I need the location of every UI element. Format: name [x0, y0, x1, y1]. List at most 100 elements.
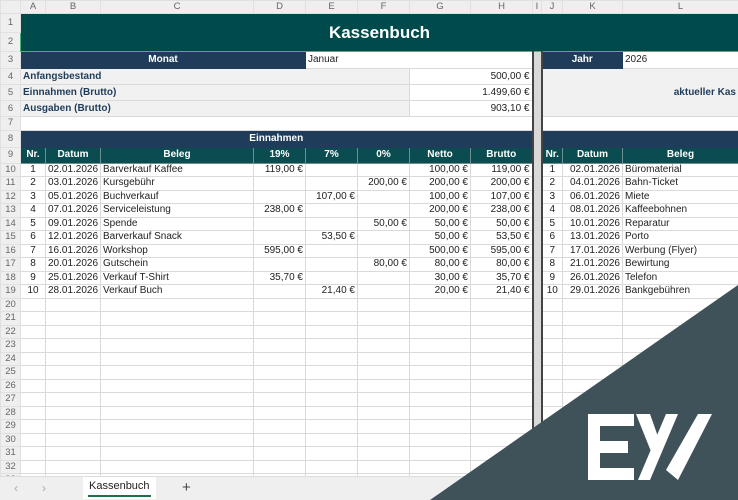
einnahmen-cell[interactable]: 21,40 €	[305, 284, 358, 299]
einnahmen-cell[interactable]	[253, 351, 306, 366]
einnahmen-cell[interactable]	[100, 405, 254, 420]
einnahmen-cell[interactable]	[470, 365, 533, 380]
einnahmen-cell[interactable]	[100, 351, 254, 366]
ausgaben-cell[interactable]	[562, 311, 623, 326]
einnahmen-cell[interactable]	[45, 365, 101, 380]
einnahmen-cell[interactable]	[253, 405, 306, 420]
einnahmen-cell[interactable]: 3	[20, 189, 46, 204]
row-header[interactable]: 11	[0, 176, 21, 191]
einnahmen-cell[interactable]: 107,00 €	[470, 189, 533, 204]
einnahmen-cell[interactable]: Barverkauf Snack	[100, 230, 254, 245]
einnahmen-cell[interactable]	[100, 446, 254, 461]
column-header-e[interactable]: E	[305, 0, 358, 14]
ausgaben-cell[interactable]: 8	[541, 257, 563, 272]
einnahmen-cell[interactable]	[100, 338, 254, 353]
ausgaben-cell[interactable]	[541, 351, 563, 366]
ausgaben-cell[interactable]	[562, 297, 623, 312]
einnahmen-cell[interactable]	[357, 243, 410, 258]
ausgaben-cell[interactable]	[622, 311, 738, 326]
einnahmen-cell[interactable]	[253, 297, 306, 312]
ausgaben-cell[interactable]: 9	[541, 270, 563, 285]
einnahmen-cell[interactable]: 100,00 €	[409, 189, 471, 204]
einnahmen-cell[interactable]	[100, 365, 254, 380]
einnahmen-cell[interactable]	[100, 378, 254, 393]
einnahmen-cell[interactable]	[100, 419, 254, 434]
row-header[interactable]: 28	[0, 405, 21, 420]
einnahmen-cell[interactable]	[357, 365, 410, 380]
ausgaben-cell[interactable]: 08.01.2026	[562, 203, 623, 218]
einnahmen-cell[interactable]	[305, 446, 358, 461]
ausgaben-cell[interactable]: 13.01.2026	[562, 230, 623, 245]
einnahmen-cell[interactable]	[409, 378, 471, 393]
einnahmen-cell[interactable]	[357, 311, 410, 326]
einnahmen-cell[interactable]: 20,00 €	[409, 284, 471, 299]
ausgaben-cell[interactable]	[541, 392, 563, 407]
ausgaben-cell[interactable]	[622, 351, 738, 366]
einnahmen-cell[interactable]	[305, 378, 358, 393]
sheet-tab-kassenbuch[interactable]: Kassenbuch	[83, 477, 156, 499]
einnahmen-cell[interactable]	[305, 297, 358, 312]
einnahmen-cell[interactable]	[305, 392, 358, 407]
column-header-k[interactable]: K	[562, 0, 623, 14]
einnahmen-cell[interactable]	[253, 284, 306, 299]
einnahmen-cell[interactable]: 50,00 €	[409, 230, 471, 245]
einnahmen-cell[interactable]: 28.01.2026	[45, 284, 101, 299]
ausgaben-cell[interactable]: Bahn-Ticket	[622, 176, 738, 191]
einnahmen-cell[interactable]	[357, 203, 410, 218]
einnahmen-cell[interactable]	[253, 216, 306, 231]
einnahmen-cell[interactable]: 9	[20, 270, 46, 285]
row-header[interactable]: 24	[0, 351, 21, 366]
einnahmen-cell[interactable]: 7	[20, 243, 46, 258]
einnahmen-cell[interactable]: 21,40 €	[470, 284, 533, 299]
row-header[interactable]: 16	[0, 243, 21, 258]
einnahmen-cell[interactable]: 35,70 €	[470, 270, 533, 285]
einnahmen-cell[interactable]	[305, 365, 358, 380]
ausgaben-cell[interactable]: Büromaterial	[622, 162, 738, 177]
row-header[interactable]: 13	[0, 203, 21, 218]
einnahmen-cell[interactable]: 238,00 €	[470, 203, 533, 218]
ausgaben-cell[interactable]	[541, 432, 563, 447]
einnahmen-cell[interactable]	[253, 311, 306, 326]
ausgaben-cell[interactable]: Reparatur	[622, 216, 738, 231]
ausgaben-cell[interactable]	[541, 378, 563, 393]
add-sheet-button[interactable]: +	[182, 479, 191, 496]
einnahmen-cell[interactable]	[470, 392, 533, 407]
anfangsbestand-value[interactable]: 500,00 €	[409, 68, 533, 85]
einnahmen-cell[interactable]	[357, 270, 410, 285]
einnahmen-cell[interactable]	[253, 419, 306, 434]
ausgaben-cell[interactable]: 2	[541, 176, 563, 191]
einnahmen-cell[interactable]	[305, 419, 358, 434]
einnahmen-cell[interactable]	[20, 324, 46, 339]
einnahmen-cell[interactable]: 238,00 €	[253, 203, 306, 218]
einnahmen-cell[interactable]: 05.01.2026	[45, 189, 101, 204]
einnahmen-cell[interactable]	[305, 162, 358, 177]
einnahmen-cell[interactable]	[409, 324, 471, 339]
ausgaben-cell[interactable]	[541, 419, 563, 434]
ausgaben-cell[interactable]	[541, 365, 563, 380]
ausgaben-cell[interactable]: 10.01.2026	[562, 216, 623, 231]
ausgaben-cell[interactable]	[541, 405, 563, 420]
column-header-i[interactable]: I	[532, 0, 542, 14]
einnahmen-cell[interactable]	[45, 392, 101, 407]
einnahmen-cell[interactable]: 53,50 €	[305, 230, 358, 245]
einnahmen-cell[interactable]	[305, 338, 358, 353]
einnahmen-cell[interactable]	[357, 284, 410, 299]
row-header[interactable]: 18	[0, 270, 21, 285]
einnahmen-cell[interactable]: 50,00 €	[357, 216, 410, 231]
einnahmen-cell[interactable]: 80,00 €	[357, 257, 410, 272]
einnahmen-cell[interactable]	[20, 392, 46, 407]
ausgaben-cell[interactable]: Telefon	[622, 270, 738, 285]
ausgaben-cell[interactable]	[541, 297, 563, 312]
einnahmen-cell[interactable]: 1	[20, 162, 46, 177]
einnahmen-cell[interactable]: 100,00 €	[409, 162, 471, 177]
einnahmen-cell[interactable]	[409, 351, 471, 366]
ausgaben-cell[interactable]: 04.01.2026	[562, 176, 623, 191]
column-header-j[interactable]: J	[541, 0, 563, 14]
row-header[interactable]: 23	[0, 338, 21, 353]
ausgaben-cell[interactable]	[562, 324, 623, 339]
einnahmen-cell[interactable]	[409, 419, 471, 434]
einnahmen-cell[interactable]	[409, 405, 471, 420]
einnahmen-cell[interactable]: 12.01.2026	[45, 230, 101, 245]
einnahmen-cell[interactable]: 500,00 €	[409, 243, 471, 258]
einnahmen-cell[interactable]: Serviceleistung	[100, 203, 254, 218]
